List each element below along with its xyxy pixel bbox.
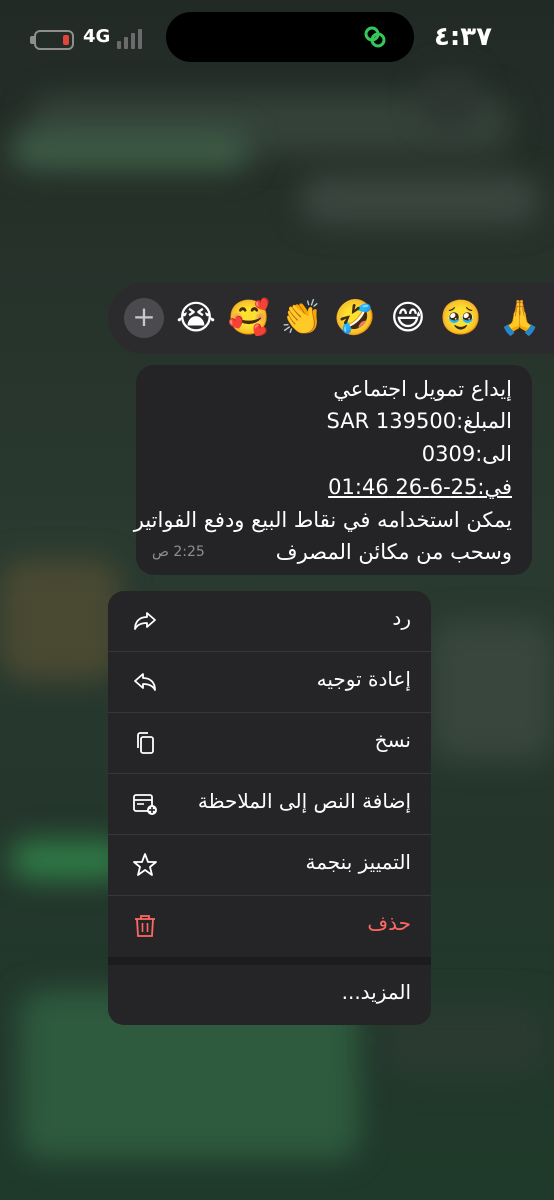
blurred-bubble	[300, 175, 540, 225]
battery-level	[63, 35, 69, 45]
message-line: وسحب من مكائن المصرف	[275, 540, 512, 564]
menu-item-add-to-note[interactable]: إضافة النص إلى الملاحظة	[108, 774, 431, 835]
emoji-smiling-hearts[interactable]: 🥰	[227, 296, 271, 340]
add-note-icon	[133, 794, 157, 815]
blurred-bubble	[10, 130, 250, 170]
menu-label: التمييز بنجمة	[305, 850, 411, 874]
blurred-bubble	[0, 560, 120, 680]
blurred-bubble	[430, 620, 554, 760]
forward-arrow-icon	[134, 673, 156, 691]
emoji-rolling-laughing[interactable]: 🤣	[333, 296, 377, 340]
link-rings-icon	[364, 26, 386, 48]
menu-label: نسخ	[374, 728, 411, 752]
emoji-loudly-crying[interactable]: 😭	[174, 296, 218, 340]
menu-label: حذف	[367, 911, 411, 935]
star-icon	[133, 853, 157, 876]
menu-item-delete[interactable]: حذف	[108, 896, 431, 957]
message-bubble[interactable]: إيداع تمويل اجتماعي المبلغ:SAR 139500 ال…	[133, 365, 532, 575]
trash-icon	[135, 915, 155, 937]
menu-item-copy[interactable]: نسخ	[108, 713, 431, 774]
menu-item-forward[interactable]: إعادة توجيه	[108, 652, 431, 713]
blurred-avatar	[420, 70, 480, 130]
message-line: إيداع تمويل اجتماعي	[333, 377, 512, 401]
emoji-sweat-smile[interactable]: 😅	[386, 296, 430, 340]
menu-label: المزيد...	[341, 980, 411, 1004]
emoji-clapping[interactable]: 👏	[280, 296, 324, 340]
battery-icon	[34, 30, 74, 50]
battery-tip	[30, 36, 34, 44]
message-line: الى:0309	[421, 442, 512, 466]
plus-icon[interactable]: +	[124, 298, 164, 338]
menu-label: إعادة توجيه	[316, 667, 411, 691]
context-menu: رد إعادة توجيه نسخ إضافة النص إلى الملاح…	[108, 591, 431, 1025]
menu-divider	[108, 957, 431, 965]
message-line: المبلغ:SAR 139500	[326, 409, 512, 433]
emoji-folded-hands[interactable]: 🙏	[498, 296, 542, 340]
reaction-bar: + 😭 🥰 👏 🤣 😅 🥹 🙏	[108, 282, 554, 354]
message-date-link[interactable]: في:25-6-26 01:46	[328, 475, 512, 499]
message-line: يمكن استخدامه في نقاط البيع ودفع الفواتي…	[133, 508, 512, 532]
menu-item-reply[interactable]: رد	[108, 591, 431, 652]
menu-label: رد	[392, 606, 411, 630]
menu-item-star[interactable]: التمييز بنجمة	[108, 835, 431, 896]
status-time: ٤:٣٧	[433, 22, 492, 52]
message-timestamp: 2:25 ص	[152, 544, 205, 560]
reply-arrow-icon	[134, 612, 156, 630]
menu-item-more[interactable]: المزيد...	[108, 965, 431, 1025]
copy-icon	[137, 732, 154, 754]
emoji-holding-tears[interactable]: 🥹	[439, 296, 483, 340]
menu-label: إضافة النص إلى الملاحظة	[197, 789, 411, 813]
signal-bars-icon	[117, 29, 145, 49]
network-type: 4G	[83, 26, 111, 47]
dynamic-island	[166, 12, 414, 62]
